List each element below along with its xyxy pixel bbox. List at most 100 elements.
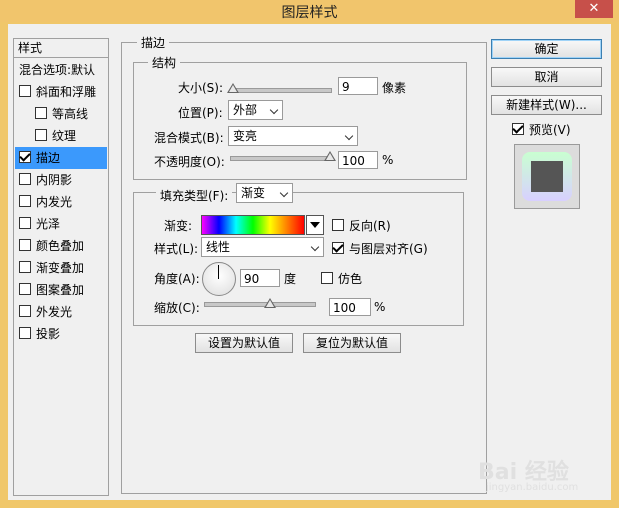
- style-select[interactable]: 线性: [201, 237, 324, 257]
- reset-default-button[interactable]: 复位为默认值: [303, 333, 401, 353]
- scale-unit: %: [374, 300, 386, 314]
- ok-button[interactable]: 确定: [491, 39, 602, 59]
- preview-stroke: [522, 152, 572, 201]
- preview-checkbox[interactable]: [512, 123, 524, 135]
- style-item-checkbox[interactable]: [19, 173, 31, 185]
- reverse-checkbox[interactable]: [332, 219, 344, 231]
- style-item-label: 内阴影: [36, 173, 73, 187]
- style-item[interactable]: 描边: [15, 147, 107, 169]
- new-style-button[interactable]: 新建样式(W)...: [491, 95, 602, 115]
- title-bar: 图层样式 ✕: [0, 0, 619, 22]
- chevron-down-icon: [310, 242, 320, 252]
- fill-type-label: 填充类型(F):: [156, 187, 233, 204]
- dither-checkbox[interactable]: [321, 272, 333, 284]
- dialog-client: 样式 混合选项:默认 斜面和浮雕 等高线 纹理 描边 内阴影 内发光 光泽 颜色叠加 渐变叠加 图案…: [8, 24, 611, 500]
- style-item-checkbox[interactable]: [35, 107, 47, 119]
- blend-mode-select[interactable]: 变亮: [228, 126, 358, 146]
- chevron-down-icon: [344, 131, 354, 141]
- fill-type-select[interactable]: 渐变: [236, 183, 293, 203]
- style-item-label: 内发光: [36, 195, 73, 209]
- style-item-checkbox[interactable]: [19, 305, 31, 317]
- scale-slider-thumb[interactable]: [264, 298, 276, 308]
- style-item[interactable]: 纹理: [15, 125, 107, 147]
- style-item[interactable]: 混合选项:默认: [15, 59, 107, 81]
- style-item-label: 混合选项:默认: [19, 63, 96, 77]
- style-item-checkbox[interactable]: [19, 85, 31, 97]
- size-unit: 像素: [382, 81, 407, 95]
- style-value: 线性: [206, 240, 231, 254]
- angle-input[interactable]: 90: [240, 269, 280, 287]
- align-option[interactable]: 与图层对齐(G): [332, 240, 428, 257]
- style-item-checkbox[interactable]: [19, 195, 31, 207]
- preview-label: 预览(V): [529, 123, 571, 137]
- opacity-slider-thumb[interactable]: [324, 151, 336, 161]
- style-item[interactable]: 光泽: [15, 213, 107, 235]
- style-item[interactable]: 投影: [15, 323, 107, 345]
- style-item-checkbox[interactable]: [19, 217, 31, 229]
- gradient-label: 渐变:: [164, 219, 193, 233]
- style-item-label: 等高线: [52, 107, 89, 121]
- size-input[interactable]: 9: [338, 77, 378, 95]
- stroke-group-title: 描边: [137, 34, 170, 51]
- style-item[interactable]: 斜面和浮雕: [15, 81, 107, 103]
- reverse-label: 反向(R): [349, 219, 391, 233]
- styles-header[interactable]: 样式: [13, 38, 109, 57]
- style-item-label: 纹理: [52, 129, 77, 143]
- style-item-checkbox[interactable]: [19, 151, 31, 163]
- style-label: 样式(L):: [154, 242, 199, 256]
- angle-dial[interactable]: [202, 262, 236, 296]
- structure-group-title: 结构: [148, 54, 181, 71]
- style-item-label: 投影: [36, 327, 61, 341]
- watermark-url: jingyan.baidu.com: [486, 482, 579, 493]
- set-default-button[interactable]: 设置为默认值: [195, 333, 293, 353]
- style-item-label: 图案叠加: [36, 283, 85, 297]
- style-item-label: 颜色叠加: [36, 239, 85, 253]
- opacity-unit: %: [382, 153, 394, 167]
- position-value: 外部: [233, 103, 258, 117]
- style-item[interactable]: 颜色叠加: [15, 235, 107, 257]
- position-select[interactable]: 外部: [228, 100, 283, 120]
- angle-unit: 度: [284, 272, 297, 286]
- style-item[interactable]: 渐变叠加: [15, 257, 107, 279]
- size-slider-thumb[interactable]: [227, 83, 239, 93]
- blend-mode-label: 混合模式(B):: [154, 131, 224, 145]
- opacity-input[interactable]: 100: [338, 151, 378, 169]
- blend-mode-value: 变亮: [233, 129, 258, 143]
- style-item-label: 外发光: [36, 305, 73, 319]
- styles-list: 混合选项:默认斜面和浮雕等高线纹理描边内阴影内发光光泽颜色叠加渐变叠加图案叠加外…: [13, 57, 109, 496]
- style-item[interactable]: 内发光: [15, 191, 107, 213]
- reverse-option[interactable]: 反向(R): [332, 217, 391, 234]
- style-item-label: 斜面和浮雕: [36, 85, 97, 99]
- preview-option[interactable]: 预览(V): [512, 121, 571, 138]
- align-checkbox[interactable]: [332, 242, 344, 254]
- size-label: 大小(S):: [178, 81, 224, 95]
- angle-label: 角度(A):: [154, 272, 200, 286]
- gradient-swatch[interactable]: [201, 215, 305, 235]
- scale-label: 缩放(C):: [154, 301, 200, 315]
- fill-type-value: 渐变: [241, 186, 266, 200]
- style-item-label: 光泽: [36, 217, 61, 231]
- cancel-button[interactable]: 取消: [491, 67, 602, 87]
- dither-option[interactable]: 仿色: [321, 270, 362, 287]
- window-title: 图层样式: [281, 5, 338, 21]
- close-button[interactable]: ✕: [575, 0, 613, 18]
- style-item[interactable]: 图案叠加: [15, 279, 107, 301]
- style-item[interactable]: 内阴影: [15, 169, 107, 191]
- style-item[interactable]: 外发光: [15, 301, 107, 323]
- position-label: 位置(P):: [178, 106, 223, 120]
- scale-input[interactable]: 100: [329, 298, 371, 316]
- style-item-checkbox[interactable]: [19, 283, 31, 295]
- style-item-checkbox[interactable]: [19, 261, 31, 273]
- style-item[interactable]: 等高线: [15, 103, 107, 125]
- scale-slider-track[interactable]: [204, 302, 316, 307]
- style-item-label: 描边: [36, 151, 61, 165]
- style-item-checkbox[interactable]: [35, 129, 47, 141]
- style-item-checkbox[interactable]: [19, 239, 31, 251]
- opacity-label: 不透明度(O):: [154, 155, 225, 169]
- size-slider-track[interactable]: [230, 88, 332, 93]
- opacity-slider-track[interactable]: [230, 156, 332, 161]
- align-label: 与图层对齐(G): [349, 242, 428, 256]
- dither-label: 仿色: [338, 272, 363, 286]
- gradient-picker-button[interactable]: [306, 215, 324, 235]
- style-item-checkbox[interactable]: [19, 327, 31, 339]
